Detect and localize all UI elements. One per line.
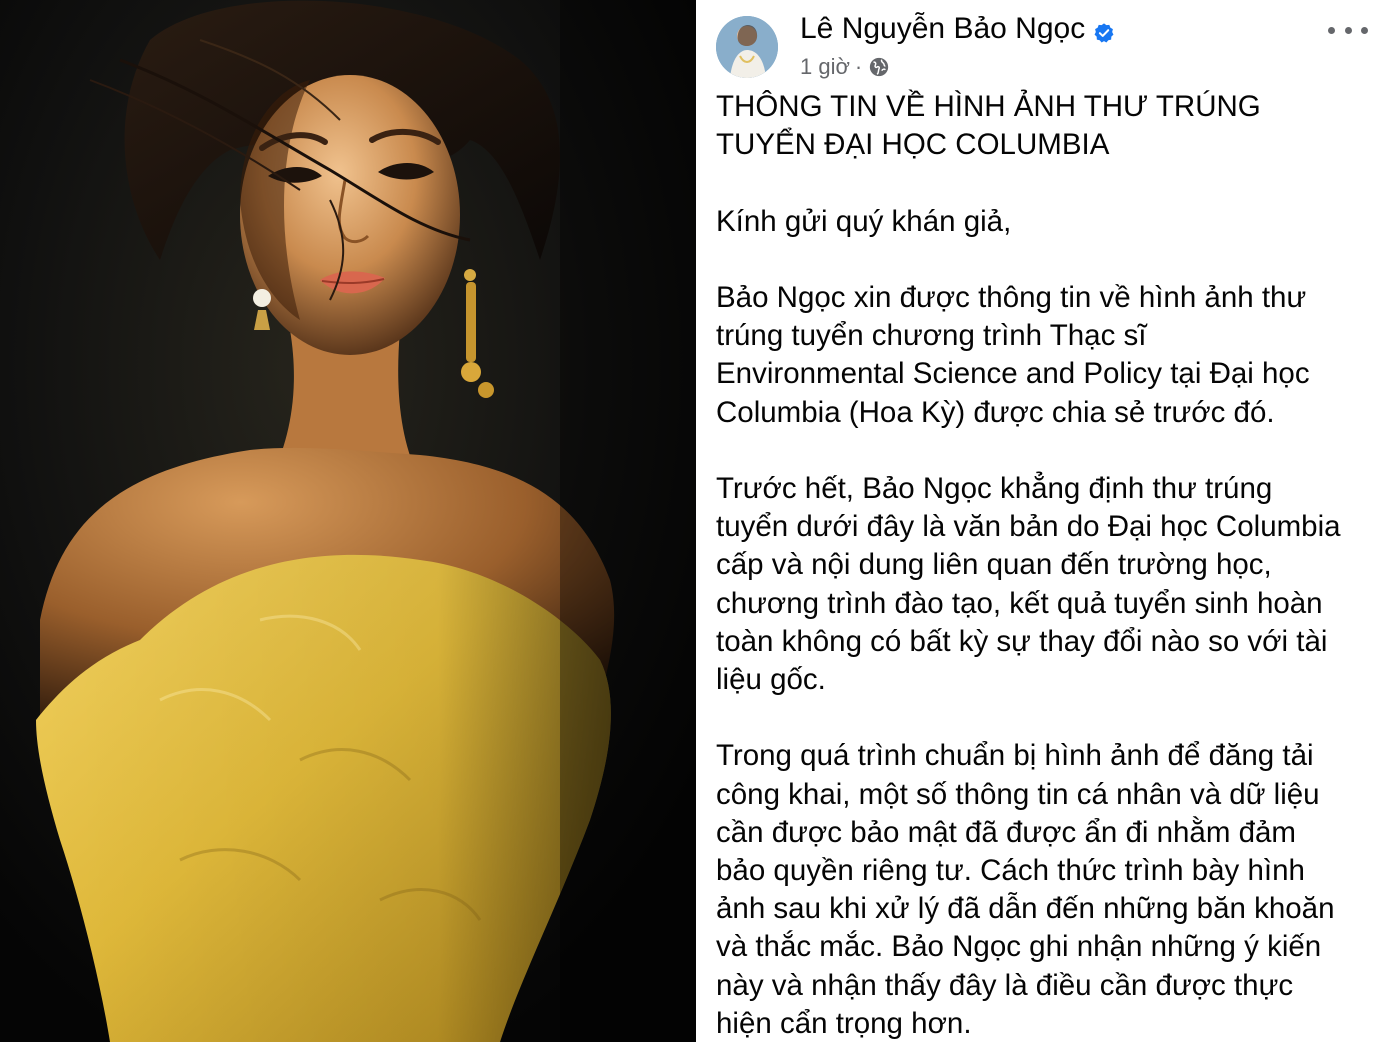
more-dot bbox=[1328, 26, 1335, 34]
post-time[interactable]: 1 giờ bbox=[800, 54, 850, 80]
greeting: Kính gửi quý khán giả, bbox=[716, 204, 1012, 238]
more-options-icon[interactable] bbox=[1328, 18, 1368, 42]
post-header: Lê Nguyễn Bảo Ngọc 1 giờ · bbox=[716, 12, 1390, 82]
paragraph-2-line: cấp và nội dung liên quan đến trường học… bbox=[716, 548, 1272, 582]
headline-line: TUYỂN ĐẠI HỌC COLUMBIA bbox=[716, 128, 1110, 162]
paragraph-3-line: và thắc mắc. Bảo Ngọc ghi nhận những ý k… bbox=[716, 930, 1322, 964]
paragraph-2-line: tuyển dưới đây là văn bản do Đại học Col… bbox=[716, 510, 1341, 544]
paragraph-3-line: hiện cẩn trọng hơn. bbox=[716, 1006, 972, 1040]
globe-icon[interactable] bbox=[868, 56, 890, 78]
paragraph-1-line: Columbia (Hoa Kỳ) được chia sẻ trước đó. bbox=[716, 395, 1275, 429]
more-dot bbox=[1361, 26, 1368, 34]
paragraph-3-line: Trong quá trình chuẩn bị hình ảnh để đăn… bbox=[716, 739, 1314, 773]
paragraph-1-line: Environmental Science and Policy tại Đại… bbox=[716, 357, 1310, 391]
paragraph-1-line: trúng tuyển chương trình Thạc sĩ bbox=[716, 319, 1147, 353]
verified-badge-icon bbox=[1093, 18, 1115, 43]
paragraph-2-line: liệu gốc. bbox=[716, 663, 826, 696]
headline-line: THÔNG TIN VỀ HÌNH ẢNH THƯ TRÚNG bbox=[716, 90, 1261, 123]
screenshot-frame: Lê Nguyễn Bảo Ngọc 1 giờ · THÔNG TIN VỀ … bbox=[0, 0, 1390, 1042]
more-dot bbox=[1344, 26, 1352, 34]
paragraph-2-line: Trước hết, Bảo Ngọc khẳng định thư trúng bbox=[716, 471, 1273, 505]
paragraph-2-line: toàn không có bất kỳ sự thay đổi nào so … bbox=[716, 624, 1328, 658]
avatar-image bbox=[716, 16, 778, 78]
paragraph-1-line: Bảo Ngọc xin được thông tin về hình ảnh … bbox=[716, 280, 1307, 314]
portrait-photo bbox=[0, 0, 696, 1042]
facebook-post: Lê Nguyễn Bảo Ngọc 1 giờ · THÔNG TIN VỀ … bbox=[696, 0, 1390, 1042]
author-name-row: Lê Nguyễn Bảo Ngọc bbox=[800, 12, 1115, 46]
post-meta: 1 giờ · bbox=[800, 54, 890, 80]
meta-separator: · bbox=[854, 54, 863, 79]
paragraph-3-line: cần được bảo mật đã được ẩn đi nhằm đảm bbox=[716, 815, 1296, 849]
author-name[interactable]: Lê Nguyễn Bảo Ngọc bbox=[800, 12, 1085, 46]
paragraph-3-line: này và nhận thấy đây là điều cần được th… bbox=[716, 968, 1294, 1002]
post-body: THÔNG TIN VỀ HÌNH ẢNH THƯ TRÚNG TUYỂN ĐẠ… bbox=[716, 88, 1376, 1042]
paragraph-3-line: bảo quyền riêng tư. Cách thức trình bày … bbox=[716, 854, 1305, 887]
paragraph-2-line: chương trình đào tạo, kết quả tuyển sinh… bbox=[716, 586, 1323, 620]
author-avatar[interactable] bbox=[716, 16, 778, 78]
paragraph-3-line: công khai, một số thông tin cá nhân và d… bbox=[716, 777, 1320, 811]
paragraph-3-line: ảnh sau khi xử lý đã dẫn đến những băn k… bbox=[716, 892, 1335, 926]
portrait-illustration bbox=[0, 0, 696, 1042]
